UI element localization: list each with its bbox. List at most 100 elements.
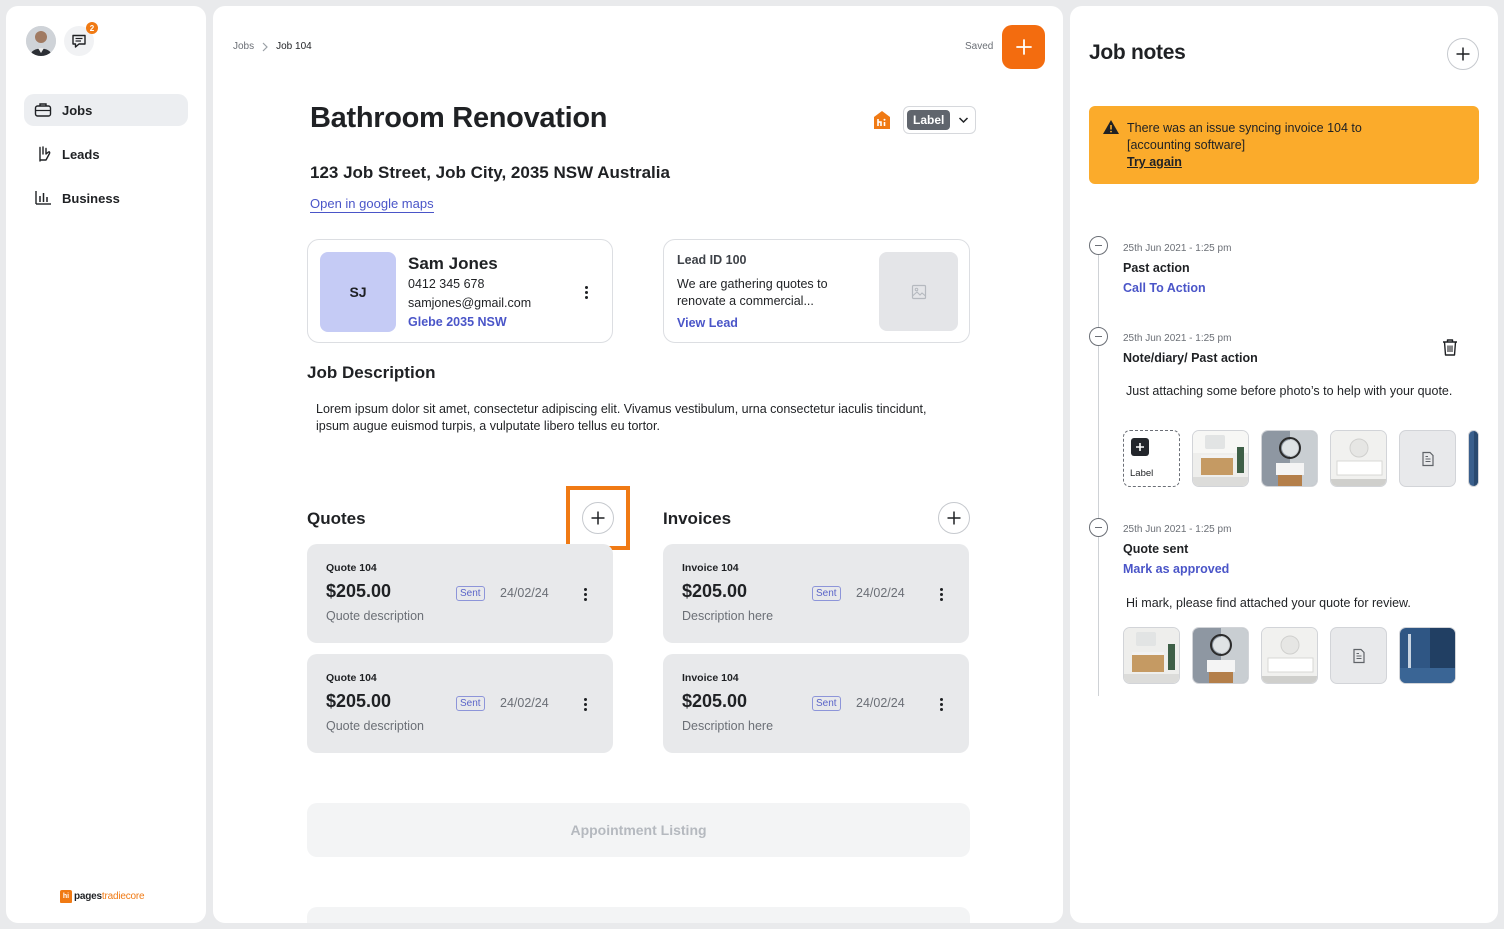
quote-card[interactable]: Quote 104 $205.00 Sent 24/02/24 Quote de… (307, 654, 613, 753)
contact-card: SJ Sam Jones 0412 345 678 samjones@gmail… (307, 239, 613, 343)
job-notes-panel: Job notes There was an issue syncing inv… (1070, 6, 1498, 923)
next-section-placeholder (307, 907, 970, 923)
quote-more-menu-icon[interactable] (577, 694, 593, 714)
sidebar-item-label: Business (62, 190, 120, 206)
label-pill: Label (907, 110, 951, 130)
document-icon (1352, 648, 1365, 663)
chevron-down-icon (959, 117, 969, 124)
breadcrumb-jobs-link[interactable]: Jobs (233, 41, 254, 52)
job-description-text: Lorem ipsum dolor sit amet, consectetur … (316, 402, 927, 433)
invoice-more-menu-icon[interactable] (933, 584, 949, 604)
brand-name-part1: pages (74, 891, 102, 902)
brand-name-part2: tradiecore (101, 891, 145, 902)
quote-description: Quote description (326, 719, 424, 733)
timeline-date: 25th Jun 2021 - 1:25 pm (1123, 333, 1232, 344)
attachment-photo-thumbnail[interactable] (1261, 627, 1318, 684)
invoice-title: Invoice 104 (682, 562, 739, 574)
plus-icon (1015, 39, 1032, 55)
page-title: Bathroom Renovation (310, 102, 608, 134)
invoices-heading: Invoices (663, 509, 732, 528)
image-placeholder-icon (911, 284, 926, 299)
quote-title: Quote 104 (326, 562, 377, 574)
hipages-logo-icon (874, 111, 890, 129)
attachment-photo-thumbnail[interactable] (1192, 430, 1249, 487)
contact-location-link[interactable]: Glebe 2035 NSW (408, 315, 507, 329)
save-status: Saved (965, 41, 994, 52)
briefcase-icon (34, 103, 52, 117)
timeline-note-text: Just attaching some before photo’s to he… (1126, 384, 1453, 398)
attachment-strip: Label (1123, 430, 1479, 487)
timeline-marker-icon (1089, 327, 1108, 346)
appointment-listing[interactable]: Appointment Listing (307, 803, 970, 857)
brand-logo: hi pages tradiecore (60, 890, 145, 903)
invoice-card[interactable]: Invoice 104 $205.00 Sent 24/02/24 Descri… (663, 544, 969, 643)
attachment-file-thumbnail[interactable] (1399, 430, 1456, 487)
sidebar-nav: Jobs Leads Business (24, 94, 188, 226)
status-badge: Sent (456, 586, 485, 601)
breadcrumb: Jobs Job 104 (233, 41, 312, 52)
lead-card: Lead ID 100 We are gathering quotes to r… (663, 239, 970, 343)
label-dropdown[interactable]: Label (903, 106, 976, 134)
timeline-heading: Quote sent (1123, 542, 1189, 556)
attachment-photo-thumbnail[interactable] (1261, 430, 1318, 487)
add-attachment-button[interactable]: Label (1123, 430, 1180, 487)
attachment-photo-thumbnail[interactable] (1192, 627, 1249, 684)
timeline-heading: Note/diary/ Past action (1123, 351, 1258, 365)
warning-icon (1103, 120, 1119, 134)
status-badge: Sent (812, 696, 841, 711)
attachment-photo-thumbnail[interactable] (1399, 627, 1456, 684)
user-avatar[interactable] (26, 26, 56, 56)
quote-date: 24/02/24 (500, 586, 549, 600)
status-badge: Sent (812, 586, 841, 601)
brand-mark: hi (60, 890, 72, 903)
quotes-heading: Quotes (307, 509, 366, 528)
job-description-heading: Job Description (307, 363, 436, 382)
sidebar-item-business[interactable]: Business (24, 182, 188, 214)
attachment-photo-thumbnail[interactable] (1330, 430, 1387, 487)
invoice-description: Description here (682, 609, 774, 623)
try-again-link[interactable]: Try again (1127, 155, 1182, 169)
contact-email[interactable]: samjones@gmail.com (408, 296, 531, 310)
lead-id: Lead ID 100 (677, 253, 747, 267)
invoice-card[interactable]: Invoice 104 $205.00 Sent 24/02/24 Descri… (663, 654, 969, 753)
attachment-photo-thumbnail[interactable] (1123, 627, 1180, 684)
attachment-file-thumbnail[interactable] (1330, 627, 1387, 684)
mark-as-approved-link[interactable]: Mark as approved (1123, 562, 1229, 576)
add-invoice-button[interactable] (938, 502, 970, 534)
trash-icon[interactable] (1441, 338, 1459, 357)
document-icon (1421, 451, 1434, 466)
breadcrumb-current: Job 104 (276, 41, 312, 52)
notes-title: Job notes (1089, 41, 1186, 64)
attachment-photo-thumbnail[interactable] (1468, 430, 1479, 487)
notification-badge: 2 (86, 22, 98, 34)
highlight-box (566, 486, 630, 550)
alert-message: There was an issue syncing invoice 104 t… (1127, 121, 1362, 152)
timeline-line (1098, 246, 1099, 696)
contact-phone[interactable]: 0412 345 678 (408, 277, 484, 291)
quote-amount: $205.00 (326, 691, 392, 711)
invoice-more-menu-icon[interactable] (933, 694, 949, 714)
quote-card[interactable]: Quote 104 $205.00 Sent 24/02/24 Quote de… (307, 544, 613, 643)
timeline-heading: Past action (1123, 261, 1190, 275)
invoice-title: Invoice 104 (682, 672, 739, 684)
plus-icon (1456, 47, 1470, 61)
sidebar-item-leads[interactable]: Leads (24, 138, 188, 170)
invoice-amount: $205.00 (682, 691, 748, 711)
add-button[interactable] (1002, 25, 1045, 69)
contact-name: Sam Jones (408, 254, 498, 273)
contact-more-menu-icon[interactable] (578, 282, 594, 302)
add-note-button[interactable] (1447, 38, 1479, 70)
sidebar-item-jobs[interactable]: Jobs (24, 94, 188, 126)
google-maps-link[interactable]: Open in google maps (310, 196, 434, 213)
invoice-date: 24/02/24 (856, 586, 905, 600)
sidebar-item-label: Jobs (62, 102, 93, 118)
timeline-note-text: Hi mark, please find attached your quote… (1126, 596, 1411, 610)
quote-more-menu-icon[interactable] (577, 584, 593, 604)
view-lead-link[interactable]: View Lead (677, 316, 738, 330)
plus-icon (1131, 438, 1149, 456)
quote-date: 24/02/24 (500, 696, 549, 710)
quote-amount: $205.00 (326, 581, 392, 601)
call-to-action-link[interactable]: Call To Action (1123, 281, 1206, 295)
quote-description: Quote description (326, 609, 424, 623)
plus-icon (947, 511, 961, 525)
